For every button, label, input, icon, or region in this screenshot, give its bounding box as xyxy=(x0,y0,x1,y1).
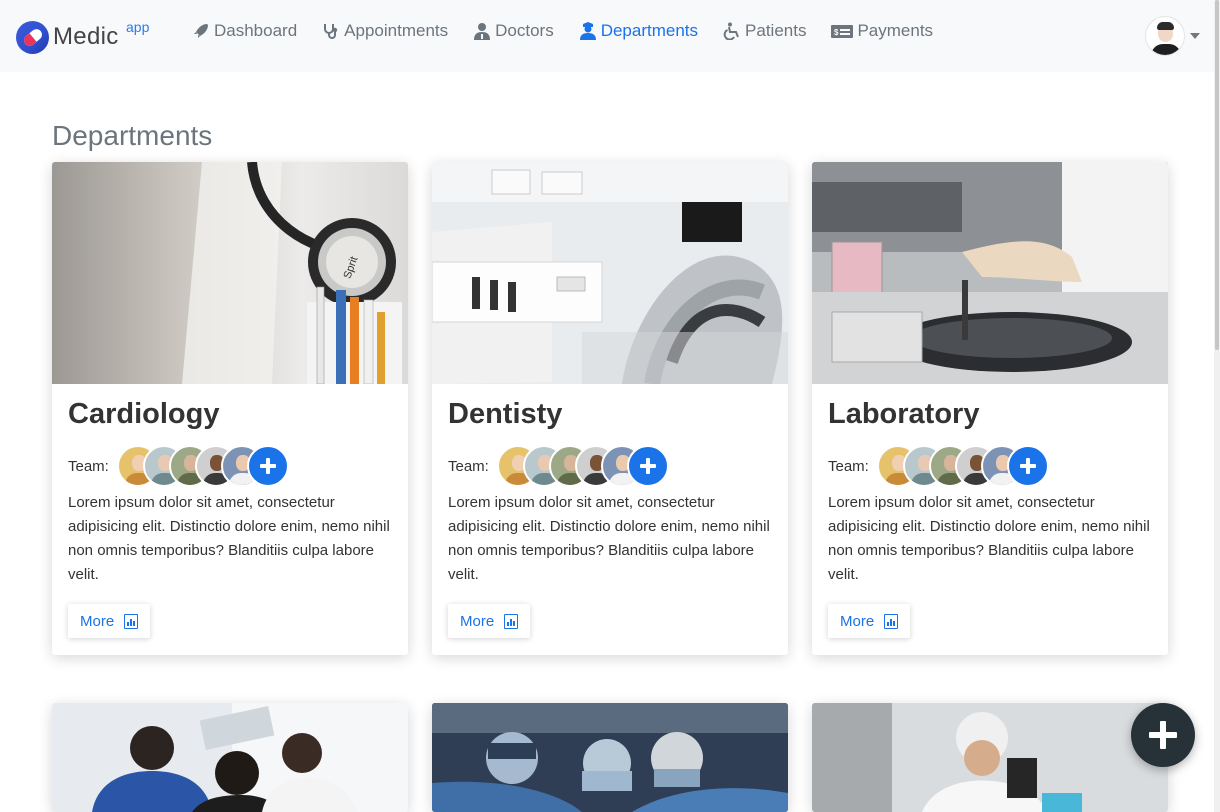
stethoscope-icon xyxy=(324,24,338,39)
more-button-label: More xyxy=(840,612,875,630)
nav-item-label: Departments xyxy=(600,21,699,40)
nav-item-label: Doctors xyxy=(495,21,554,40)
add-team-member-button[interactable] xyxy=(246,445,289,487)
money-bill-icon: $ xyxy=(831,25,854,38)
brand-logo-link[interactable]: Medic app xyxy=(16,19,149,54)
nav-item-patients[interactable]: Patients xyxy=(723,18,806,44)
plus-icon xyxy=(259,458,276,474)
card-title: Cardiology xyxy=(68,398,220,430)
caret-down-icon xyxy=(1190,33,1200,39)
department-image xyxy=(432,162,788,386)
more-button-label: More xyxy=(460,612,495,630)
svg-text:$: $ xyxy=(834,28,839,37)
brand-superscript: app xyxy=(126,19,150,35)
team-row: Team: xyxy=(68,445,289,487)
more-button-label: More xyxy=(80,612,115,630)
scrollbar[interactable] xyxy=(1214,0,1220,812)
nav-item-dashboard[interactable]: Dashboard xyxy=(192,18,297,44)
team-label: Team: xyxy=(828,457,869,475)
department-image xyxy=(812,162,1168,384)
plus-icon xyxy=(1019,458,1036,474)
page-title: Departments xyxy=(52,120,213,151)
department-image xyxy=(52,703,408,812)
department-card: Sprit Cardiology Team: Lorem ipsum dolor… xyxy=(52,162,408,655)
team-avatars xyxy=(116,445,289,487)
card-title: Laboratory xyxy=(828,398,980,430)
floating-add-button[interactable] xyxy=(1131,703,1195,767)
department-image xyxy=(812,703,1168,812)
chart-icon xyxy=(884,613,899,629)
nav-item-label: Patients xyxy=(745,21,807,40)
nav-item-payments[interactable]: $ Payments xyxy=(831,18,933,44)
department-image xyxy=(432,703,788,812)
nav-item-label: Appointments xyxy=(344,21,449,40)
card-description: Lorem ipsum dolor sit amet, consectetur … xyxy=(68,494,390,583)
add-team-member-button[interactable] xyxy=(1006,445,1049,487)
team-avatars xyxy=(876,445,1049,487)
department-card xyxy=(432,703,788,812)
top-navbar: Medic app Dashboard Appointments Doctors… xyxy=(0,0,1214,72)
add-team-member-button[interactable] xyxy=(626,445,669,487)
chart-icon xyxy=(124,613,139,629)
department-image: Sprit xyxy=(52,162,408,385)
nav-item-doctors[interactable]: Doctors xyxy=(473,18,554,44)
team-avatars xyxy=(496,445,669,487)
nav-item-departments[interactable]: Departments xyxy=(579,18,698,44)
wheelchair-icon xyxy=(723,22,739,40)
department-card: Laboratory Team: Lorem ipsum dolor sit a… xyxy=(812,162,1168,655)
department-card xyxy=(52,703,408,812)
nav-item-label: Payments xyxy=(857,21,934,40)
department-card: Dentisty Team: Lorem ipsum dolor sit ame… xyxy=(432,162,788,655)
department-card xyxy=(812,703,1168,812)
more-button[interactable]: More xyxy=(448,604,531,638)
team-label: Team: xyxy=(448,457,489,475)
user-md-icon xyxy=(474,23,491,40)
team-row: Team: xyxy=(448,445,669,487)
user-nurse-icon xyxy=(579,22,596,40)
more-button[interactable]: More xyxy=(68,604,151,638)
plus-icon xyxy=(639,458,656,474)
team-row: Team: xyxy=(828,445,1049,487)
more-button[interactable]: More xyxy=(828,604,911,638)
card-description: Lorem ipsum dolor sit amet, consectetur … xyxy=(828,494,1150,583)
brand-name: Medic xyxy=(53,23,119,50)
nav-item-label: Dashboard xyxy=(214,21,298,40)
user-menu[interactable] xyxy=(1145,16,1200,56)
card-description: Lorem ipsum dolor sit amet, consectetur … xyxy=(448,494,770,583)
plus-icon xyxy=(1149,721,1177,749)
main-nav: Dashboard Appointments Doctors Departmen… xyxy=(192,18,958,44)
card-title: Dentisty xyxy=(448,398,563,430)
chart-icon xyxy=(504,613,519,629)
capsule-logo-icon xyxy=(16,20,49,54)
rocket-icon xyxy=(194,24,208,38)
nav-item-appointments[interactable]: Appointments xyxy=(322,18,448,44)
team-label: Team: xyxy=(68,457,109,475)
avatar xyxy=(1145,16,1185,56)
